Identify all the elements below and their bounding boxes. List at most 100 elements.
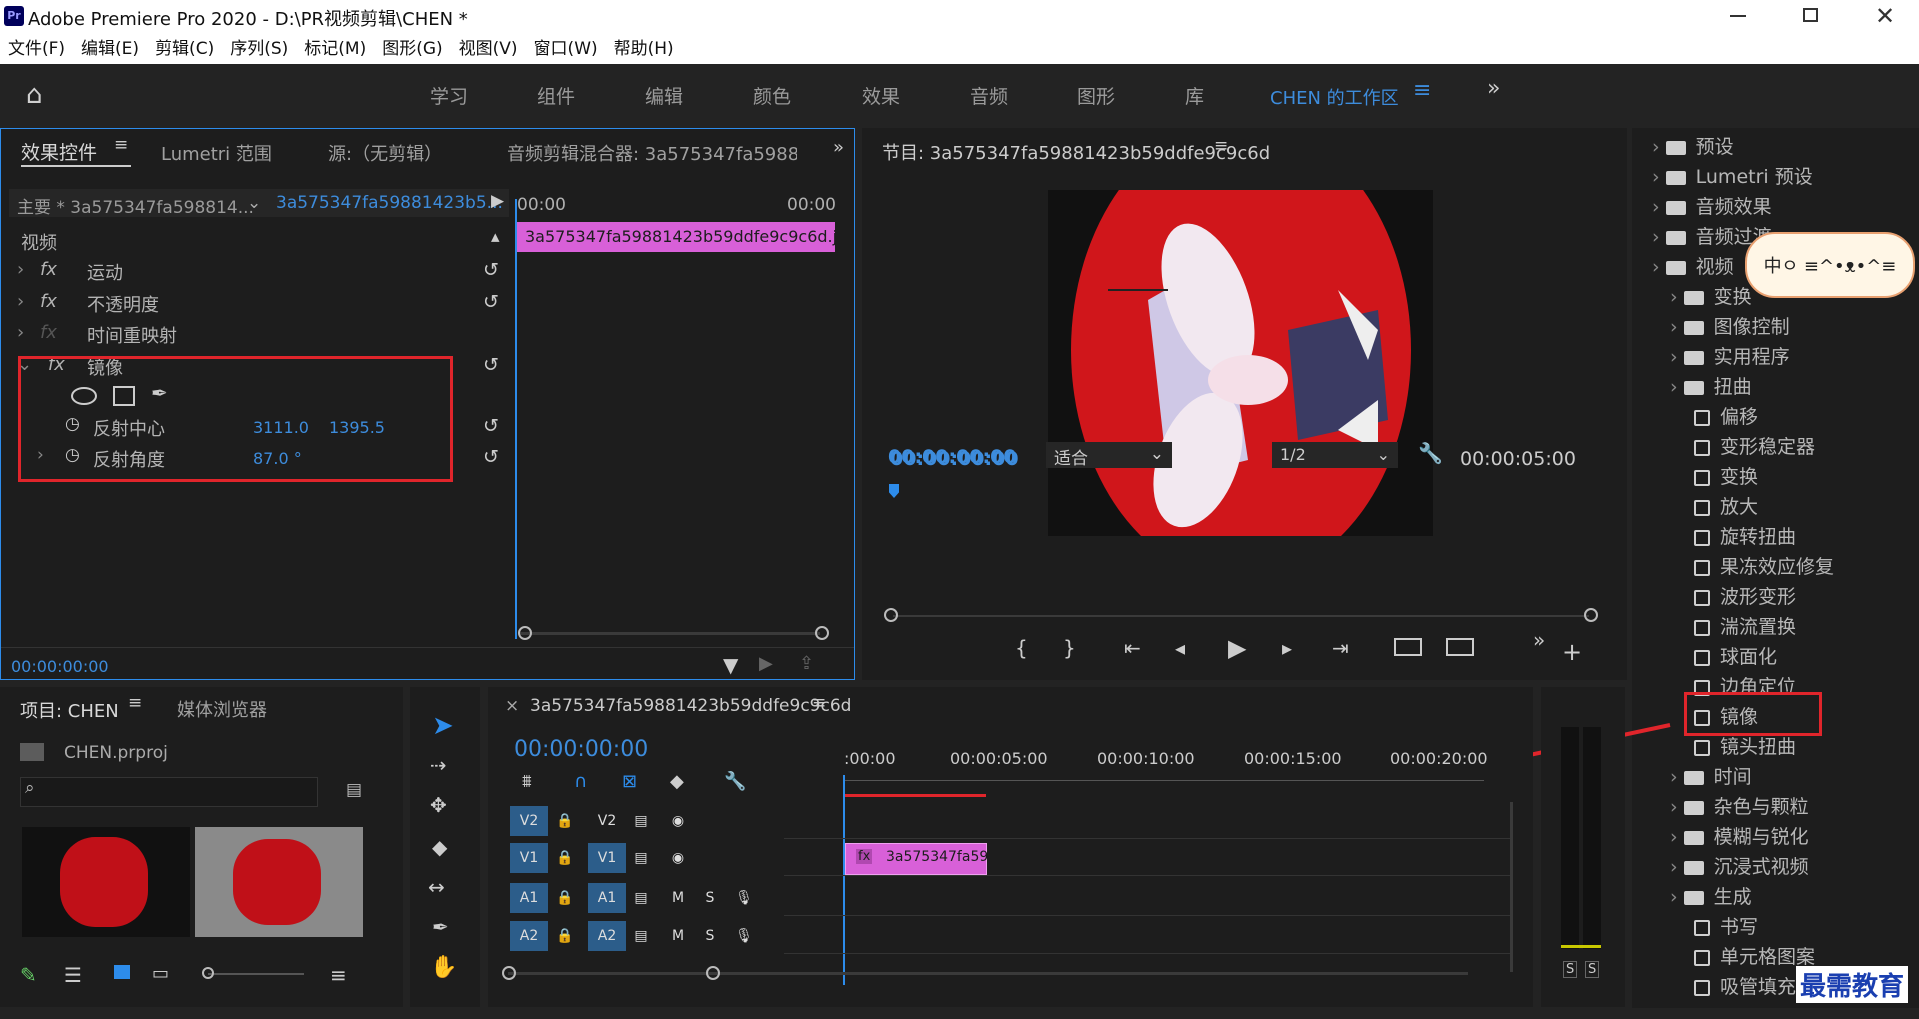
mic-icon[interactable]: 🎙	[732, 883, 756, 913]
effects-item[interactable]: 变换	[1694, 462, 1758, 489]
sort-icon[interactable]: ≡	[330, 963, 347, 987]
menu-edit[interactable]: 编辑(E)	[81, 34, 139, 64]
effects-item[interactable]: 偏移	[1694, 402, 1758, 429]
menu-view[interactable]: 视图(V)	[459, 34, 518, 64]
menu-sequence[interactable]: 序列(S)	[230, 34, 288, 64]
restore-icon[interactable]	[1803, 8, 1818, 22]
zoom-slider[interactable]	[208, 973, 304, 975]
effects-item[interactable]: 波形变形	[1694, 582, 1796, 609]
thumbnail-sequence[interactable]	[22, 827, 190, 937]
ws-assembly[interactable]: 组件	[537, 82, 575, 109]
reset-angle-icon[interactable]: ↺	[483, 446, 499, 468]
effects-item[interactable]: 放大	[1694, 492, 1758, 519]
settings-wrench-icon[interactable]: 🔧	[1418, 441, 1443, 465]
go-to-in-icon[interactable]: ⇤	[1124, 636, 1141, 660]
effect-row-time-remap[interactable]: › fx 时间重映射	[17, 322, 507, 347]
track-label-a2[interactable]: A2	[588, 921, 626, 951]
zoom-slider-handle[interactable]	[202, 967, 214, 979]
expand-arrow-icon[interactable]: ›	[1670, 886, 1684, 908]
timeline-vscroll[interactable]	[1510, 802, 1513, 972]
effects-item[interactable]: 湍流置换	[1694, 612, 1796, 639]
expand-arrow-icon[interactable]: ›	[1670, 346, 1684, 368]
step-forward-icon[interactable]: ▸	[1282, 636, 1292, 660]
effect-row-motion[interactable]: › fx 运动	[17, 259, 507, 284]
thumbnail-image[interactable]	[195, 827, 363, 937]
pen-tool-icon[interactable]: ✒	[432, 915, 449, 939]
ripple-edit-tool-icon[interactable]: ✥	[430, 793, 447, 817]
track-source-a1[interactable]: A1	[510, 883, 548, 913]
program-zoom-bar[interactable]	[893, 615, 1589, 617]
panel-overflow-icon[interactable]: »	[833, 137, 844, 158]
fit-dropdown[interactable]: 适合 ⌄	[1046, 442, 1172, 469]
home-icon[interactable]: ⌂	[26, 80, 43, 110]
mute-button[interactable]: M	[666, 883, 690, 913]
program-menu-icon[interactable]: ≡	[1214, 136, 1228, 156]
go-to-out-icon[interactable]: ⇥	[1332, 636, 1349, 660]
selection-tool-icon[interactable]: ➤	[432, 711, 454, 741]
program-current-time[interactable]: 00:00:00:00	[890, 448, 1019, 470]
add-button-icon[interactable]: +	[1562, 638, 1582, 666]
effects-item[interactable]: 变形稳定器	[1694, 432, 1815, 459]
effects-item[interactable]: 镜头扭曲	[1694, 732, 1796, 759]
track-label-v2[interactable]: V2	[588, 806, 626, 836]
expand-arrow-icon[interactable]: ›	[1670, 376, 1684, 398]
project-menu-icon[interactable]: ≡	[128, 693, 142, 713]
sequence-menu-icon[interactable]: ≡	[812, 693, 826, 713]
menu-clip[interactable]: 剪辑(C)	[155, 34, 214, 64]
filter-icon[interactable]: ▼	[723, 653, 738, 677]
reset-center-icon[interactable]: ↺	[483, 415, 499, 437]
expand-arrow-icon[interactable]: ›	[1652, 166, 1666, 188]
insert-icon[interactable]	[1394, 638, 1422, 656]
reset-mirror-icon[interactable]: ↺	[483, 354, 499, 376]
freeform-view-icon[interactable]: ▭	[152, 963, 169, 984]
effects-item[interactable]: › 音频效果	[1652, 192, 1772, 219]
icon-view-icon[interactable]	[114, 965, 130, 979]
timeline-settings-icon[interactable]: 🔧	[724, 771, 746, 792]
expand-arrow-icon[interactable]: ›	[1652, 226, 1666, 248]
collapse-up-icon[interactable]: ▴	[491, 227, 500, 247]
effects-item[interactable]: › 视频	[1652, 252, 1734, 279]
effects-item[interactable]: 果冻效应修复	[1694, 552, 1834, 579]
menu-file[interactable]: 文件(F)	[8, 34, 65, 64]
lock-icon[interactable]: 🔒	[554, 921, 576, 951]
work-area-bar[interactable]	[844, 794, 986, 797]
lock-icon[interactable]: 🔒	[554, 883, 576, 913]
mark-out-icon[interactable]: }	[1063, 636, 1076, 660]
ws-audio[interactable]: 音频	[970, 82, 1008, 109]
expand-arrow-icon[interactable]: ›	[1670, 316, 1684, 338]
sync-lock-icon[interactable]: ▤	[630, 843, 652, 873]
expand-arrow-icon[interactable]: ›	[1670, 796, 1684, 818]
timeline-timecode[interactable]: 00:00:00:00	[514, 737, 648, 762]
track-source-v1[interactable]: V1	[510, 843, 548, 873]
tab-audio-mixer[interactable]: 音频剪辑混合器: 3a575347fa59881	[507, 140, 797, 166]
ec-zoom-scrollbar[interactable]	[520, 632, 820, 635]
mic-icon[interactable]: 🎙	[732, 921, 756, 951]
track-select-tool-icon[interactable]: ⇢	[430, 753, 447, 777]
mark-in-icon[interactable]: {	[1015, 636, 1028, 660]
menu-help[interactable]: 帮助(H)	[614, 34, 674, 64]
hscroll-right-handle[interactable]	[706, 966, 720, 980]
ws-chen[interactable]: CHEN 的工作区	[1270, 84, 1399, 110]
effects-item[interactable]: 吸管填充	[1694, 972, 1796, 999]
effects-item[interactable]: 单元格图案	[1694, 942, 1815, 969]
menu-window[interactable]: 窗口(W)	[534, 34, 598, 64]
timeline-hscroll[interactable]	[508, 972, 1468, 975]
effects-item[interactable]: › 沉浸式视频	[1670, 852, 1809, 879]
expand-arrow-icon[interactable]: ›	[1670, 286, 1684, 308]
track-label-a1[interactable]: A1	[588, 883, 626, 913]
track-source-a2[interactable]: A2	[510, 921, 548, 951]
minimize-icon[interactable]	[1730, 15, 1746, 17]
effects-item[interactable]: › 变换	[1670, 282, 1752, 309]
clip-dropdown-icon[interactable]: ⌄	[247, 193, 261, 213]
track-source-v2[interactable]: V2	[510, 806, 548, 836]
effects-item[interactable]: › 图像控制	[1670, 312, 1790, 339]
sync-lock-icon[interactable]: ▤	[630, 806, 652, 836]
ws-editing[interactable]: 编辑	[645, 82, 683, 109]
ws-graphics[interactable]: 图形	[1077, 82, 1115, 109]
workspace-menu-icon[interactable]: ≡	[1413, 78, 1431, 103]
expand-arrow-icon[interactable]: ›	[1652, 136, 1666, 158]
mute-button[interactable]: M	[666, 921, 690, 951]
effects-item[interactable]: › 实用程序	[1670, 342, 1790, 369]
program-zoom-right[interactable]	[1584, 608, 1598, 622]
ec-playhead[interactable]	[515, 199, 517, 639]
